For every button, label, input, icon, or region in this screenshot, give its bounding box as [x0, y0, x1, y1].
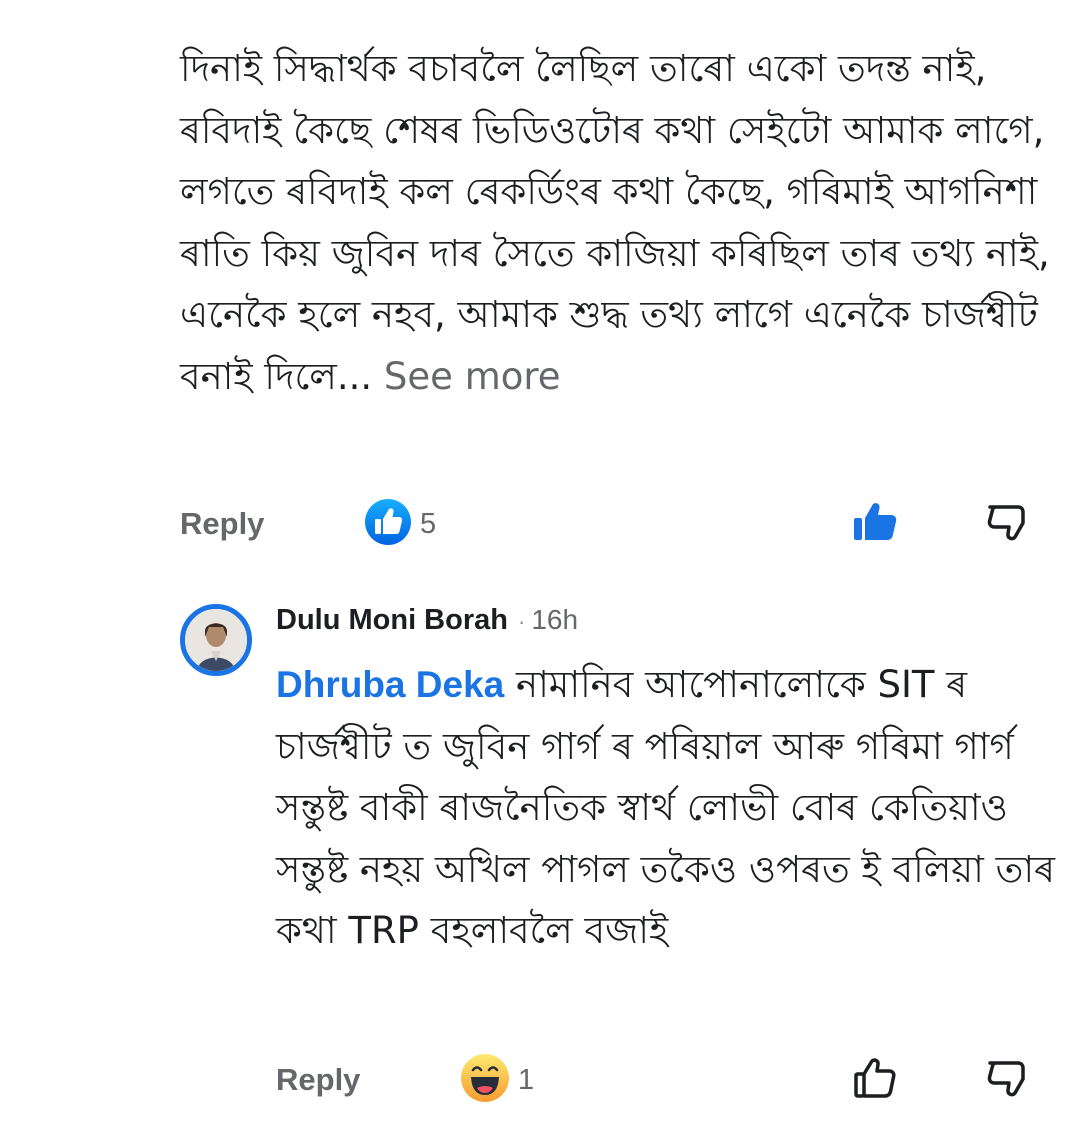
comment-2-text: নামানিব আপোনালোকে SIT ৰ চাৰ্জশ্বীট ত জুব…: [276, 663, 1055, 952]
comment-1-actions: Reply 5: [180, 494, 1060, 554]
like-reaction-icon: [364, 498, 412, 550]
reaction-count: 5: [420, 507, 437, 540]
thumbs-down-icon: [985, 1055, 1031, 1105]
mention-link[interactable]: Dhruba Deka: [276, 664, 504, 705]
comment-1: দিনাই সিদ্ধাৰ্থক বচাবলৈ লৈছিল তাৰো একো ত…: [180, 38, 1060, 407]
comment-2-actions: Reply 1: [276, 1050, 1060, 1110]
dislike-button[interactable]: [982, 1054, 1034, 1106]
haha-reaction-icon: [460, 1053, 510, 1107]
comment-1-body: দিনাই সিদ্ধাৰ্থক বচাবলৈ লৈছিল তাৰো একো ত…: [180, 38, 1060, 407]
author-name[interactable]: Dulu Moni Borah: [276, 604, 508, 636]
thumbs-up-icon: [852, 1054, 900, 1106]
like-button[interactable]: [850, 1054, 902, 1106]
separator-dot: ·: [517, 609, 526, 634]
comment-2-body: Dhruba Deka নামানিব আপোনালোকে SIT ৰ চাৰ্…: [276, 654, 1066, 962]
like-button[interactable]: [850, 498, 902, 550]
see-more-link[interactable]: See more: [372, 355, 561, 398]
timestamp[interactable]: 16h: [531, 604, 578, 635]
avatar[interactable]: [180, 604, 252, 676]
thumbs-down-icon: [985, 499, 1031, 549]
reaction-count: 1: [518, 1063, 535, 1096]
reply-button[interactable]: Reply: [180, 506, 264, 542]
avatar-photo: [185, 609, 247, 671]
reaction-summary[interactable]: 5: [364, 498, 436, 550]
dislike-button[interactable]: [982, 498, 1034, 550]
reaction-summary[interactable]: 1: [460, 1053, 534, 1107]
comment-2-header: Dulu Moni Borah · 16h: [276, 604, 578, 637]
thumbs-up-filled-icon: [851, 497, 901, 551]
comment-1-text: দিনাই সিদ্ধাৰ্থক বচাবলৈ লৈছিল তাৰো একো ত…: [180, 47, 1050, 398]
reply-button[interactable]: Reply: [276, 1062, 360, 1098]
